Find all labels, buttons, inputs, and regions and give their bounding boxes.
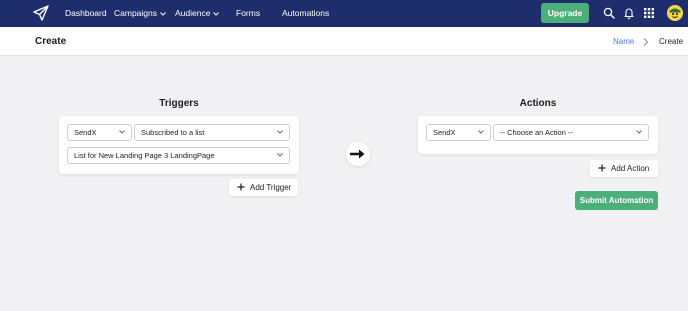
chevron-down-icon xyxy=(213,11,220,16)
top-navbar: Dashboard Campaigns Audience Forms Autom… xyxy=(0,0,688,27)
breadcrumb-link-name[interactable]: Name xyxy=(613,27,634,56)
submit-automation-button[interactable]: Submit Automation xyxy=(575,191,658,210)
nav-campaigns-label: Campaigns xyxy=(114,8,157,18)
nav-audience[interactable]: Audience xyxy=(175,0,220,27)
avatar-face-icon xyxy=(667,5,683,21)
action-provider-select[interactable]: SendX xyxy=(426,124,491,141)
nav-dashboard[interactable]: Dashboard xyxy=(65,0,107,27)
chevron-right-icon xyxy=(643,38,649,46)
apps-grid-icon[interactable] xyxy=(643,7,655,19)
plus-icon xyxy=(598,164,606,172)
action-type-select[interactable]: -- Choose an Action -- xyxy=(493,124,649,141)
chevron-down-icon xyxy=(277,130,283,134)
paper-plane-logo-icon[interactable] xyxy=(33,5,49,21)
trigger-list-value: List for New Landing Page 3 LandingPage xyxy=(74,151,215,160)
breadcrumb-current: Create xyxy=(659,37,684,46)
avatar[interactable] xyxy=(667,5,683,21)
chevron-down-icon xyxy=(478,130,484,134)
triggers-title: Triggers xyxy=(159,98,199,109)
add-action-label: Add Action xyxy=(611,164,650,173)
add-trigger-label: Add Trigger xyxy=(250,183,292,192)
add-action-button[interactable]: Add Action xyxy=(590,160,658,177)
trigger-provider-select[interactable]: SendX xyxy=(67,124,132,141)
nav-audience-label: Audience xyxy=(175,8,211,18)
nav-campaigns[interactable]: Campaigns xyxy=(114,0,166,27)
add-trigger-button[interactable]: Add Trigger xyxy=(229,179,298,196)
upgrade-button[interactable]: Upgrade xyxy=(541,3,589,23)
trigger-list-select[interactable]: List for New Landing Page 3 LandingPage xyxy=(67,147,290,164)
nav-automations[interactable]: Automations xyxy=(282,0,329,27)
trigger-event-select[interactable]: Subscribed to a list xyxy=(134,124,290,141)
chevron-down-icon xyxy=(160,11,166,16)
triggers-card: SendX Subscribed to a list List for New … xyxy=(59,116,299,174)
chevron-down-icon xyxy=(636,130,642,134)
search-icon[interactable] xyxy=(603,7,615,19)
trigger-event-value: Subscribed to a list xyxy=(141,128,205,137)
arrow-right-icon xyxy=(349,149,365,159)
action-type-value: -- Choose an Action -- xyxy=(500,128,573,137)
nav-forms[interactable]: Forms xyxy=(236,0,260,27)
actions-card: SendX -- Choose an Action -- xyxy=(418,116,658,154)
page-title: Create xyxy=(35,36,67,47)
action-provider-value: SendX xyxy=(433,128,456,137)
trigger-provider-value: SendX xyxy=(74,128,97,137)
plus-icon xyxy=(237,183,245,191)
actions-title: Actions xyxy=(519,98,557,109)
chevron-down-icon xyxy=(277,153,283,157)
flow-arrow xyxy=(346,142,370,166)
chevron-down-icon xyxy=(119,130,125,134)
bell-icon[interactable] xyxy=(623,7,635,19)
page-header: Create Name Create xyxy=(0,27,688,56)
